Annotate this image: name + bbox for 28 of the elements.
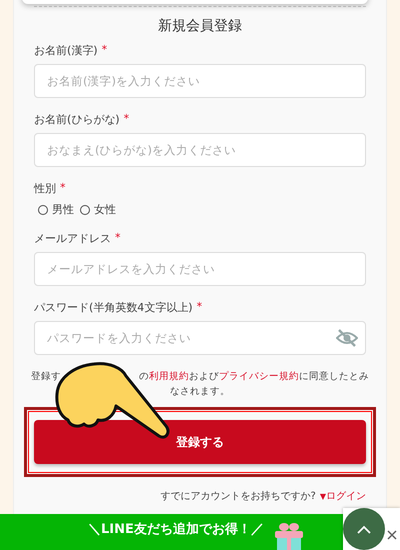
- required-mark: *: [196, 300, 202, 315]
- field-label: 性別: [34, 181, 56, 196]
- input-field[interactable]: メールアドレスを入力ください: [34, 252, 366, 286]
- field-label: お名前(漢字): [34, 43, 98, 58]
- input-field[interactable]: おなまえ(ひらがな)を入力ください: [34, 133, 366, 167]
- input-field[interactable]: お名前(漢字)を入力ください: [34, 64, 366, 98]
- login-prompt: すでにアカウントをお持ちですか?: [160, 491, 316, 502]
- required-mark: *: [115, 231, 120, 246]
- terms-link[interactable]: プライバシー規約: [219, 371, 299, 382]
- password-field[interactable]: パスワードを入力ください: [34, 321, 366, 355]
- field-label: メールアドレス: [34, 231, 111, 246]
- close-icon[interactable]: [387, 530, 397, 540]
- required-mark: *: [60, 181, 66, 196]
- chevron-up-icon: [357, 524, 371, 534]
- required-mark: *: [124, 112, 130, 127]
- field-label: パスワード(半角英数4文字以上): [34, 300, 193, 315]
- register-button[interactable]: 登録する: [34, 420, 366, 464]
- required-mark: *: [102, 43, 108, 58]
- login-link[interactable]: ▼ログイン: [320, 491, 366, 502]
- agreement-text: 登録す の利用規約およびプライバシー規約 に同意したとみなされます。: [30, 370, 370, 400]
- line-banner[interactable]: ＼LINE友だち追加でお得！／: [0, 514, 343, 550]
- radio-option[interactable]: 女性: [80, 202, 116, 217]
- radio-option[interactable]: 男性: [38, 202, 74, 217]
- gift-icon: [274, 522, 304, 550]
- banner-text: ＼LINE友だち追加でお得！／: [88, 521, 264, 538]
- field-label: お名前(ひらがな): [34, 112, 120, 127]
- terms-link[interactable]: 利用規約: [149, 371, 189, 382]
- form-title: 新規会員登録: [157, 17, 243, 35]
